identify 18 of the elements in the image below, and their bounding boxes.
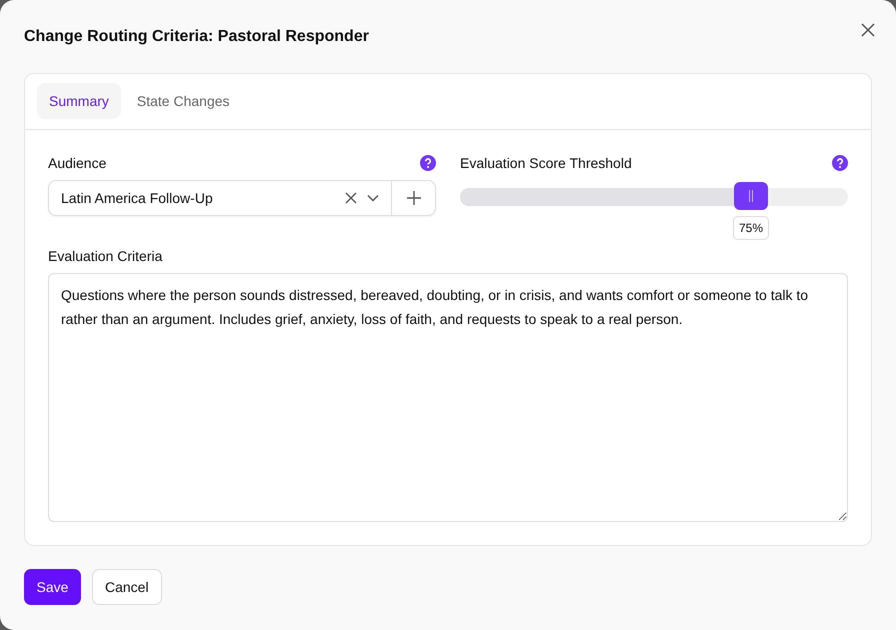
slider-value: 75% — [732, 216, 770, 240]
select-field[interactable]: Latin America Follow-Up — [48, 180, 436, 216]
chevron-down-icon[interactable] — [367, 194, 379, 202]
field-label: Evaluation Criteria — [48, 248, 164, 264]
tab[interactable]: Summary — [37, 83, 121, 119]
clear-icon[interactable] — [345, 192, 357, 204]
plus-icon[interactable] — [407, 191, 421, 205]
help-icon[interactable] — [420, 155, 436, 171]
dialog-title: Change Routing Criteria: Pastoral Responder — [24, 28, 369, 46]
help-icon[interactable] — [832, 155, 848, 171]
save-button[interactable]: Save — [24, 569, 81, 605]
cancel-button[interactable]: Cancel — [92, 569, 162, 605]
field-label: Audience — [48, 155, 106, 171]
text-area[interactable]: Questions where the person sounds distressed, bereaved, doubting, or in crisis, and wants comfort or someone to talk to rather than an argument. Includes grief, anxiety, loss of faith, and requests to speak to a real person. — [48, 273, 848, 522]
slider-thumb[interactable] — [734, 182, 768, 210]
field-label: Evaluation Score Threshold — [460, 155, 632, 171]
close-icon[interactable] — [860, 22, 876, 38]
tab[interactable]: State Changes — [124, 83, 242, 119]
